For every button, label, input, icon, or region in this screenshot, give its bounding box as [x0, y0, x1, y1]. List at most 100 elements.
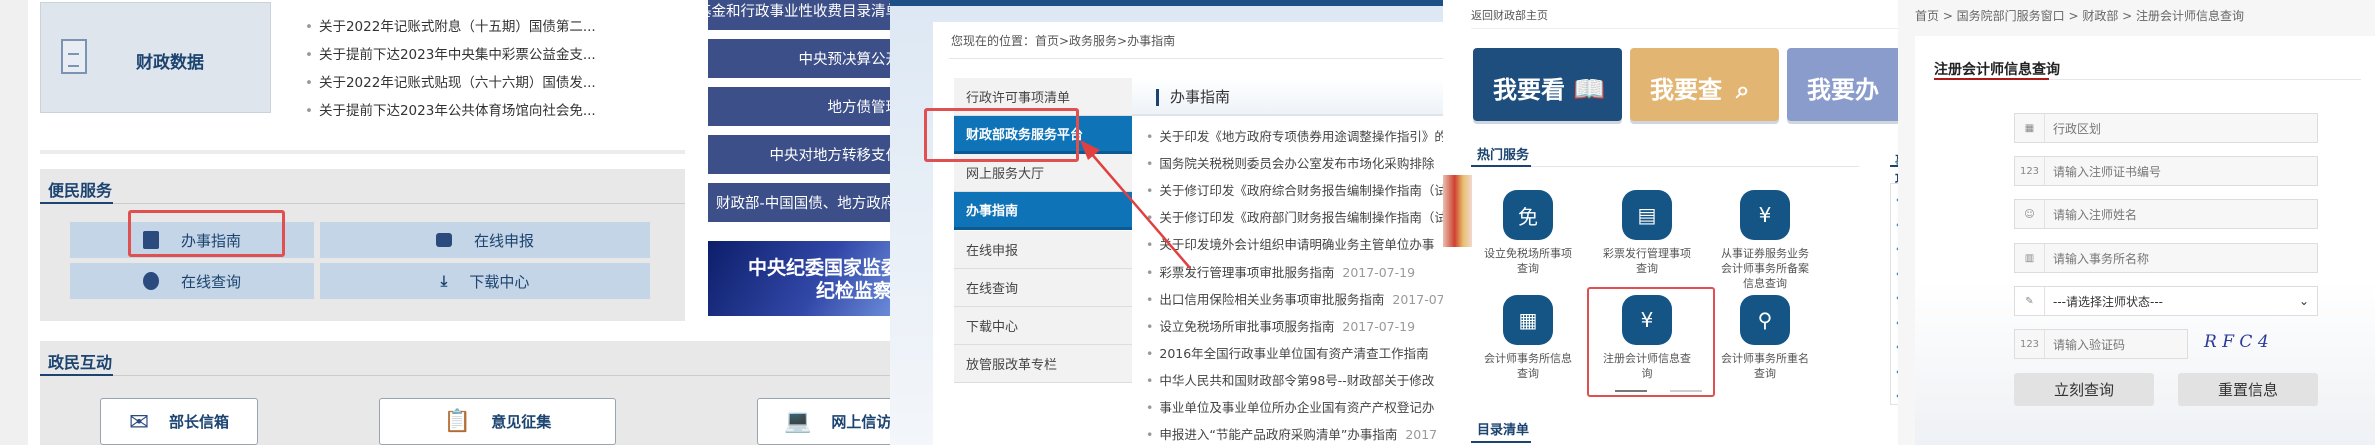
sidebar-item-downloads[interactable]: 下载中心	[954, 307, 1132, 345]
link-fund-catalog[interactable]: 全国政府性基金和行政事业性收费目录清单	[708, 0, 890, 30]
service-label[interactable]: 从事证券服务业务会计师事务所备案信息查询	[1720, 246, 1810, 291]
sidebar-item-reform[interactable]: 放管服改革专栏	[954, 345, 1132, 383]
tile-label: 我要办	[1807, 76, 1879, 104]
service-icon[interactable]: ▦	[1503, 295, 1553, 345]
convenience-services-section: 便民服务 办事指南 在线申报 在线查询 ⤓ 下载中心	[40, 169, 685, 321]
laptop-icon: 💻	[784, 408, 812, 434]
service-glyph: ⚲	[1757, 308, 1773, 332]
sidebar-item-online-declare[interactable]: 在线申报	[954, 231, 1132, 269]
item-title: 事业单位及事业单位所办企业国有资产产权登记办	[1159, 400, 1435, 415]
status-select[interactable]: ✎ ---请选择注师状态--- ⌄	[2014, 286, 2318, 316]
online-query-button[interactable]: 在线查询	[70, 263, 314, 299]
link-transfer-payments[interactable]: 中央对地方转移支付	[708, 135, 890, 174]
placeholder: 请输入注师证书编号	[2053, 164, 2162, 179]
item-title: 申报进入“节能产品政府采购清单”办事指南	[1159, 427, 1398, 443]
item-date: 2017-07-19	[1342, 318, 1416, 334]
search-icon: ⌕	[1736, 76, 1750, 104]
service-label[interactable]: 会计师事务所重名查询	[1720, 351, 1810, 381]
service-icon[interactable]: ▤	[1622, 190, 1672, 240]
news-item[interactable]: 关于2022年记账式贴现（六十六期）国债发...	[305, 71, 596, 91]
service-label[interactable]: 彩票发行管理事项查询	[1602, 246, 1692, 276]
title-underline	[1890, 165, 1898, 167]
back-home-link[interactable]: 返回财政部主页	[1471, 7, 1548, 23]
tile-i-want-to-do[interactable]: 我要办	[1787, 48, 1898, 121]
captcha-input[interactable]: 123 请输入验证码	[2014, 329, 2188, 359]
news-item[interactable]: 关于2022年记账式附息（十五期）国债第二...	[305, 15, 596, 35]
guide-list-item[interactable]: 彩票发行管理事项审批服务指南 2017-07-19	[1146, 265, 1415, 280]
service-label[interactable]: 会计师事务所信息查询	[1483, 351, 1573, 381]
captcha-image[interactable]: R F C 4	[2204, 332, 2269, 352]
service-glyph: ▤	[1637, 203, 1657, 227]
pager-dot-active[interactable]	[1615, 390, 1647, 392]
guide-list-item[interactable]: 国务院关税税则委员会办公室发布市场化采购排除	[1146, 157, 1434, 171]
section-title: 目录清单	[1477, 423, 1530, 438]
content-title: 办事指南	[1132, 78, 1443, 116]
news-item[interactable]: 关于提前下达2023年公共体育场馆向社会免...	[305, 99, 596, 119]
chevron-down-icon: ⌄	[2298, 294, 2309, 308]
guide-list-item[interactable]: 关于印发《地方政府专项债券用途调整操作指引》的通知	[1146, 130, 1443, 144]
guide-list-item[interactable]: 设立免税场所审批事项服务指南 2017-07-19	[1146, 318, 1416, 334]
firm-name-input[interactable]: ▥ 请输入事务所名称	[2014, 243, 2318, 273]
divider	[1531, 166, 1859, 167]
number-icon: 123	[2015, 330, 2045, 358]
download-center-button[interactable]: ⤓ 下载中心	[320, 263, 650, 299]
online-petition-button[interactable]: 💻 网上信访	[757, 398, 890, 445]
banner-line: 纪检监察	[816, 280, 890, 302]
guide-list-item[interactable]: 申报进入“节能产品政府采购清单”办事指南 2017	[1146, 428, 1437, 442]
sidebar-item-online-query[interactable]: 在线查询	[954, 269, 1132, 307]
placeholder: 请输入验证码	[2053, 337, 2126, 352]
item-title: 出口信用保险相关业务事项审批服务指南	[1159, 291, 1385, 307]
item-date: 2017-07-19	[1392, 291, 1443, 307]
banner-line: 中央纪委国家监委	[748, 257, 890, 279]
divider	[1471, 28, 1898, 29]
highlight-box	[1587, 287, 1715, 397]
news-item[interactable]: 关于提前下达2023年中央集中彩票公益金支...	[305, 43, 596, 63]
region-field[interactable]: ▦ 行政区划	[2014, 113, 2318, 143]
item-title: 设立免税场所审批事项服务指南	[1159, 318, 1335, 334]
cpa-name-input[interactable]: ☺ 请输入注师姓名	[2014, 199, 2318, 229]
query-button[interactable]: 立刻查询	[2014, 373, 2154, 406]
selected-value: ---请选择注师状态---	[2053, 294, 2163, 309]
item-title: 关于印发境外会计组织申请明确业务主管单位办事	[1159, 237, 1435, 253]
fiscal-data-tile[interactable]: 财政数据	[40, 2, 271, 113]
button-label: 部长信箱	[169, 412, 230, 431]
guide-list-item[interactable]: 关于印发境外会计组织申请明确业务主管单位办事	[1146, 238, 1434, 252]
link-treasury-bonds[interactable]: 财政部-中国国债、地方政府债	[708, 183, 890, 222]
online-declare-button[interactable]: 在线申报	[320, 222, 650, 258]
button-label: 网上信访	[831, 412, 890, 431]
guide-list-item[interactable]: 事业单位及事业单位所办企业国有资产产权登记办	[1146, 401, 1434, 415]
tile-i-want-to-check[interactable]: 我要查 ⌕	[1630, 48, 1779, 121]
service-icon[interactable]: ¥	[1740, 190, 1790, 240]
title-underline	[1934, 78, 2049, 80]
link-local-debt[interactable]: 地方债管理	[708, 87, 890, 126]
guide-list-item[interactable]: 出口信用保险相关业务事项审批服务指南 2017-07-19	[1146, 291, 1443, 307]
button-label: 下载中心	[469, 272, 530, 291]
placeholder: 请输入事务所名称	[2053, 251, 2150, 266]
tile-label: 我要查	[1650, 76, 1722, 104]
content-card: 您现在的位置：首页>政务服务>办事指南 行政许可事项清单 财政部政务服务平台 网…	[924, 22, 1443, 445]
guide-list-item[interactable]: 关于修订印发《政府部门财务报告编制操作指南（试行）》	[1146, 211, 1443, 225]
reset-button[interactable]: 重置信息	[2178, 373, 2318, 406]
service-icon[interactable]: ⚲	[1740, 295, 1790, 345]
link-budget-disclosure[interactable]: 中央预决算公开	[708, 39, 890, 78]
page-title: 注册会计师信息查询	[1934, 62, 2060, 78]
breadcrumb: 首页 > 国务院部门服务窗口 > 财政部 > 注册会计师信息查询	[1915, 9, 2245, 23]
tile-i-want-to-see[interactable]: 我要看 📖	[1473, 48, 1622, 121]
opinion-collection-button[interactable]: 📋 意见征集	[379, 398, 616, 445]
guide-list-item[interactable]: 关于修订印发《政府综合财务报告编制操作指南（试行）》	[1146, 184, 1443, 198]
highlight-box	[924, 108, 1079, 162]
discipline-banner[interactable]: 中央纪委国家监委 纪检监察	[708, 241, 890, 316]
sidebar-item-guide[interactable]: 办事指南	[954, 192, 1132, 230]
guide-list-item[interactable]: 2016年全国行政事业单位国有资产清查工作指南	[1146, 346, 1428, 361]
pager-dot[interactable]	[1670, 390, 1702, 392]
clipboard-icon: 📋	[443, 408, 472, 434]
title-underline	[1471, 165, 1531, 167]
item-title: 关于修订印发《政府部门财务报告编制操作指南（试行）》	[1159, 210, 1443, 226]
service-label[interactable]: 设立免税场所事项查询	[1483, 246, 1573, 276]
search-folder-icon	[142, 272, 159, 290]
button-label: 在线查询	[180, 272, 241, 291]
guide-list-item[interactable]: 中华人民共和国财政部令第98号--财政部关于修改	[1146, 373, 1434, 388]
certificate-number-input[interactable]: 123 请输入注师证书编号	[2014, 156, 2318, 186]
service-icon[interactable]: 免	[1503, 190, 1553, 240]
minister-mailbox-button[interactable]: ✉ 部长信箱	[100, 398, 258, 445]
